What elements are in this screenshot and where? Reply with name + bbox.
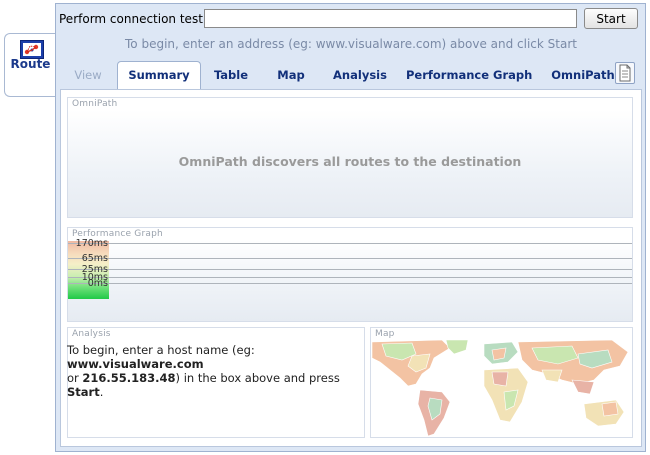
europe-shape — [491, 347, 507, 361]
tab-analysis[interactable]: Analysis — [328, 62, 392, 88]
grid-line — [68, 269, 632, 270]
analysis-host: www.visualware.com — [67, 357, 204, 371]
analysis-instructions: To begin, enter a host name (eg: www.vis… — [67, 343, 367, 399]
tab-bar: View Summary Table Map Analysis Performa… — [56, 58, 645, 90]
analysis-start-word: Start — [67, 385, 100, 399]
performance-graph-canvas — [68, 240, 632, 321]
connection-label: Perform connection test to — [59, 12, 219, 26]
tab-view: View — [74, 68, 102, 82]
map-panel-title: Map — [375, 329, 395, 339]
grid-line — [68, 277, 632, 278]
tab-map[interactable]: Map — [269, 62, 313, 88]
australia-shape — [601, 401, 619, 417]
start-button[interactable]: Start — [584, 8, 638, 29]
latency-label: 65ms — [81, 253, 108, 264]
analysis-text: ) in the box above and press — [175, 371, 340, 385]
connection-row: Perform connection test to Start — [59, 8, 642, 30]
route-tab[interactable]: Route — [4, 33, 56, 97]
route-tab-label: Route — [10, 57, 51, 71]
tab-summary[interactable]: Summary — [117, 61, 201, 90]
document-icon[interactable] — [615, 62, 635, 84]
analysis-panel-title: Analysis — [72, 329, 111, 339]
tab-omnipath[interactable]: OmniPath — [550, 62, 616, 88]
latency-label: 0ms — [87, 278, 108, 289]
grid-line — [68, 283, 632, 284]
grid-line — [68, 243, 632, 244]
analysis-text: or — [67, 371, 83, 385]
analysis-ip: 216.55.183.48 — [82, 371, 176, 385]
tab-performance-graph[interactable]: Performance Graph — [406, 62, 532, 88]
analysis-text: To begin, enter a host name (eg: — [67, 343, 255, 357]
omnipath-panel-title: OmniPath — [72, 99, 118, 109]
analysis-text: . — [99, 385, 104, 399]
world-map[interactable] — [372, 340, 631, 437]
tab-table[interactable]: Table — [206, 62, 256, 88]
africa-shape — [491, 371, 509, 387]
address-input[interactable] — [204, 9, 577, 28]
start-hint: To begin, enter an address (eg: www.visu… — [125, 37, 577, 51]
latency-label: 170ms — [75, 238, 108, 249]
omnipath-message: OmniPath discovers all routes to the des… — [178, 154, 522, 169]
grid-line — [68, 258, 632, 259]
